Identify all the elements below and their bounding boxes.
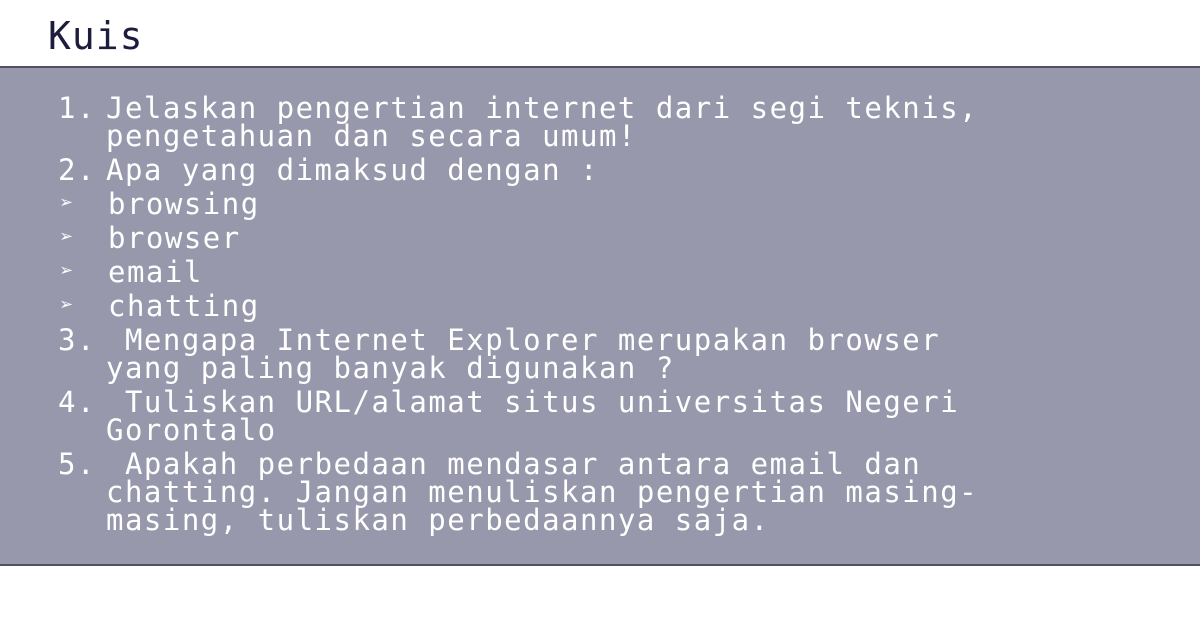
slide-title: Kuis [48, 14, 144, 58]
question-list: 1. Jelaskan pengertian internet dari seg… [58, 94, 1160, 540]
arrow-bullet-icon: ➢ [60, 191, 75, 216]
arrow-bullet-icon: ➢ [60, 293, 75, 318]
question-text: Apakah perbedaan mendasar antara email d… [106, 447, 979, 537]
question-1: 1. Jelaskan pengertian internet dari seg… [58, 91, 1160, 153]
sub-item-text: email [108, 255, 203, 289]
question-text: Mengapa Internet Explorer merupakan brow… [106, 323, 941, 385]
question-text: Apa yang dimaksud dengan : [106, 153, 599, 187]
question-number: 2. [58, 153, 96, 187]
question-text: Jelaskan pengertian internet dari segi t… [106, 91, 979, 153]
question-number: 1. [58, 91, 96, 125]
question-2: 2. Apa yang dimaksud dengan : [58, 153, 1160, 187]
question-number: 5. [58, 447, 96, 481]
question-5: 5. Apakah perbedaan mendasar antara emai… [58, 447, 1160, 537]
arrow-bullet-icon: ➢ [60, 259, 75, 284]
question-text: Tuliskan URL/alamat situs universitas Ne… [106, 385, 960, 447]
sub-item-text: browser [108, 221, 241, 255]
question-4: 4. Tuliskan URL/alamat situs universitas… [58, 385, 1160, 447]
sub-item-browsing: ➢ browsing [58, 187, 1160, 221]
sub-item-chatting: ➢ chatting [58, 289, 1160, 323]
sub-item-text: browsing [108, 187, 260, 221]
content-panel: 1. Jelaskan pengertian internet dari seg… [0, 66, 1200, 566]
sub-item-text: chatting [108, 289, 260, 323]
question-3: 3. Mengapa Internet Explorer merupakan b… [58, 323, 1160, 385]
question-number: 4. [58, 385, 96, 419]
arrow-bullet-icon: ➢ [60, 225, 75, 250]
sub-item-browser: ➢ browser [58, 221, 1160, 255]
sub-item-email: ➢ email [58, 255, 1160, 289]
question-number: 3. [58, 323, 96, 357]
